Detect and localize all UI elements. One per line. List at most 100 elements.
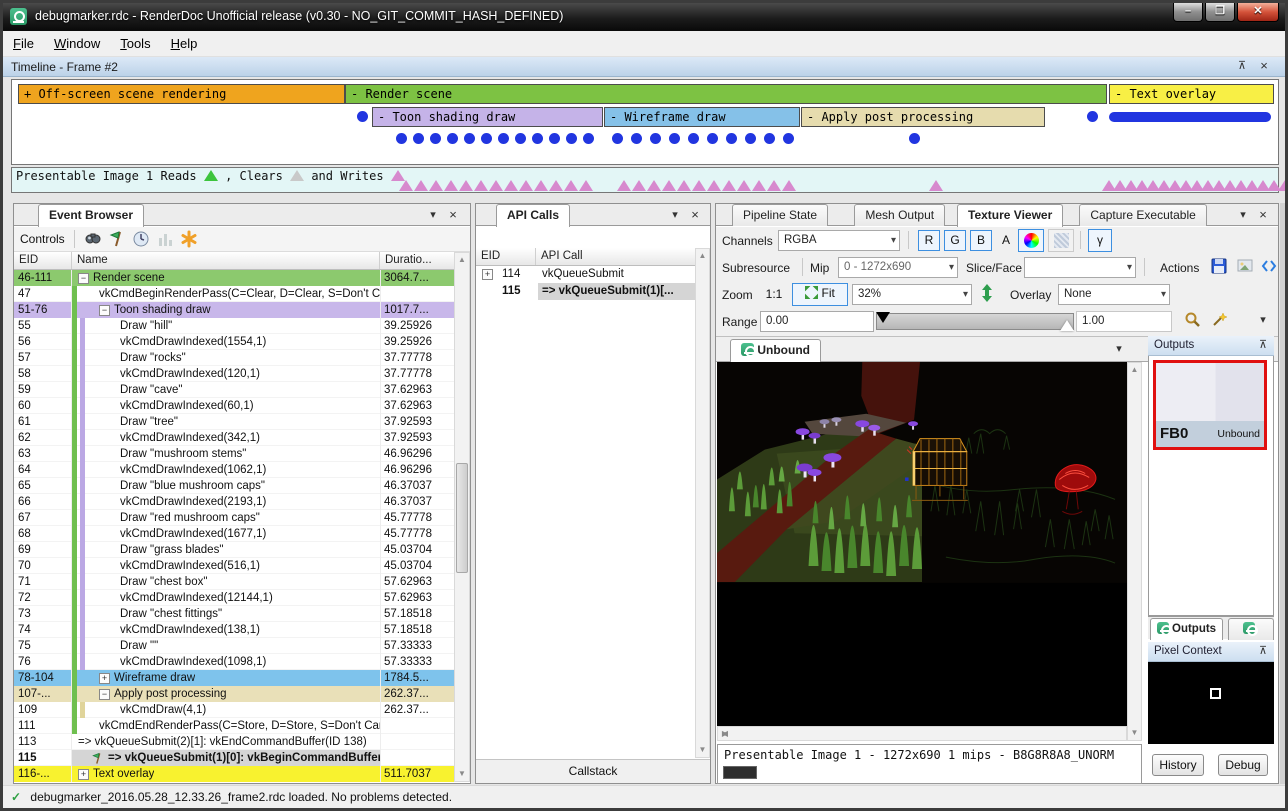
range-min-field[interactable]: 0.00: [760, 311, 874, 332]
event-row[interactable]: 74vkCmdDrawIndexed(138,1)57.18518: [14, 622, 454, 638]
event-row[interactable]: 107-...−Apply post processing262.37...: [14, 686, 454, 702]
timeline-header[interactable]: Timeline - Frame #2 ⊼ ×: [3, 57, 1285, 77]
event-row[interactable]: 109vkCmdDraw(4,1)262.37...: [14, 702, 454, 718]
col-eid[interactable]: EID: [14, 252, 72, 269]
slice-face-select[interactable]: [1024, 257, 1136, 278]
col-api-eid[interactable]: EID: [476, 248, 536, 265]
event-row[interactable]: 116-...+Text overlay511.7037: [14, 766, 454, 782]
timeline-draw-dot[interactable]: [650, 133, 661, 144]
maximize-button[interactable]: ❒: [1205, 3, 1235, 22]
menu-help[interactable]: Help: [161, 31, 208, 55]
tab-pipeline-state[interactable]: Pipeline State: [732, 204, 828, 226]
minimize-button[interactable]: –: [1173, 3, 1203, 22]
timeline-draw-dot[interactable]: [481, 133, 492, 144]
event-browser-column-header[interactable]: EID Name Duratio...: [14, 252, 454, 270]
timeline-draw-dot[interactable]: [515, 133, 526, 144]
event-row[interactable]: 66vkCmdDrawIndexed(2193,1)46.37037: [14, 494, 454, 510]
timeline-draw-dot[interactable]: [583, 133, 594, 144]
range-max-field[interactable]: 1.00: [1076, 311, 1172, 332]
tab-outputs[interactable]: Outputs: [1150, 618, 1223, 640]
timeline-marker[interactable]: - Apply post processing: [801, 107, 1045, 127]
image-save-icon[interactable]: [1236, 257, 1256, 277]
event-row[interactable]: 47vkCmdBeginRenderPass(C=Clear, D=Clear,…: [14, 286, 454, 302]
expand-box-icon[interactable]: +: [482, 269, 493, 280]
pixel-context-header[interactable]: Pixel Context ⊼: [1148, 642, 1274, 662]
tab-capture-executable[interactable]: Capture Executable: [1079, 204, 1206, 226]
timeline-draw-dot[interactable]: [498, 133, 509, 144]
menu-tools[interactable]: Tools: [110, 31, 160, 55]
hatch-button[interactable]: [1048, 229, 1074, 252]
timeline-draw-dot[interactable]: [764, 133, 775, 144]
bookmark-flag-icon[interactable]: [108, 230, 128, 250]
event-row[interactable]: 69Draw "grass blades"45.03704: [14, 542, 454, 558]
timeline-draw-dot[interactable]: [396, 133, 407, 144]
timeline-draw-dot[interactable]: [909, 133, 920, 144]
texture-viewer-menu-icon[interactable]: ▾: [1236, 208, 1250, 222]
range-slider[interactable]: [876, 313, 1074, 330]
timeline-draw-dot[interactable]: [1087, 111, 1098, 122]
expand-box-icon[interactable]: +: [78, 769, 89, 780]
api-call-row[interactable]: 115=> vkQueueSubmit(1)[...: [476, 283, 695, 300]
event-row[interactable]: 56vkCmdDrawIndexed(1554,1)39.25926: [14, 334, 454, 350]
timeline-draw-dot[interactable]: [413, 133, 424, 144]
event-row[interactable]: 78-104+Wireframe draw1784.5...: [14, 670, 454, 686]
tab-inputs[interactable]: Inputs: [1228, 618, 1275, 640]
channel-g-button[interactable]: G: [944, 230, 966, 251]
event-row[interactable]: 73Draw "chest fittings"57.18518: [14, 606, 454, 622]
timeline-draw-dot[interactable]: [745, 133, 756, 144]
tab-mesh-output[interactable]: Mesh Output: [854, 204, 945, 226]
col-duration[interactable]: Duratio...: [380, 252, 454, 269]
event-row[interactable]: 67Draw "red mushroom caps"45.77778: [14, 510, 454, 526]
event-row[interactable]: 51-76−Toon shading draw1017.7...: [14, 302, 454, 318]
zoom-1to1-button[interactable]: 1:1: [760, 284, 788, 305]
zoom-select[interactable]: 32%: [852, 284, 972, 305]
collapse-box-icon[interactable]: −: [99, 305, 110, 316]
timeline-marker[interactable]: - Toon shading draw: [372, 107, 603, 127]
timeline-draw-dot[interactable]: [669, 133, 680, 144]
timeline-resource-strip[interactable]: Presentable Image 1 Reads , Clears and W…: [11, 167, 1279, 193]
tab-texture-unbound[interactable]: Unbound: [730, 339, 821, 362]
find-icon[interactable]: [84, 230, 104, 250]
menu-window[interactable]: Window: [44, 31, 110, 55]
texture-viewer-close-icon[interactable]: ×: [1256, 208, 1270, 222]
time-draws-icon[interactable]: [132, 230, 152, 250]
event-row[interactable]: 46-111−Render scene3064.7...: [14, 270, 454, 286]
timeline-marker[interactable]: + Off-screen scene rendering: [18, 84, 345, 104]
api-call-row[interactable]: +114vkQueueSubmit: [476, 266, 695, 283]
outputs-pin-icon[interactable]: ⊼: [1256, 338, 1270, 352]
timeline-marker[interactable]: - Render scene: [345, 84, 1107, 104]
tab-api-calls[interactable]: API Calls: [496, 204, 570, 227]
texture-image-view[interactable]: [717, 362, 1127, 726]
timeline-draw-dot[interactable]: [688, 133, 699, 144]
event-row[interactable]: 111vkCmdEndRenderPass(C=Store, D=Store, …: [14, 718, 454, 734]
event-row[interactable]: 75Draw ""57.33333: [14, 638, 454, 654]
event-browser-close-icon[interactable]: ×: [446, 208, 460, 222]
collapse-box-icon[interactable]: −: [99, 689, 110, 700]
texture-tab-dropdown-icon[interactable]: ▾: [1112, 342, 1126, 356]
event-row[interactable]: 71Draw "chest box"57.62963: [14, 574, 454, 590]
event-browser-scrollbar[interactable]: ▲▼: [454, 252, 470, 782]
goto-resource-icon[interactable]: [1260, 257, 1280, 277]
texture-vertical-scrollbar[interactable]: ▲▼: [1127, 362, 1142, 741]
output-thumbnail-fb0[interactable]: FB0 Unbound: [1153, 360, 1267, 450]
flip-y-icon[interactable]: [978, 283, 998, 303]
timeline-draw-dot[interactable]: [783, 133, 794, 144]
range-black-marker[interactable]: [876, 312, 890, 323]
api-calls-menu-icon[interactable]: ▾: [668, 208, 682, 222]
channel-a-button[interactable]: A: [996, 230, 1016, 251]
timeline-canvas[interactable]: + Off-screen scene rendering- Render sce…: [11, 79, 1279, 165]
timeline-draw-dot[interactable]: [357, 111, 368, 122]
event-row[interactable]: 64vkCmdDrawIndexed(1062,1)46.96296: [14, 462, 454, 478]
pixel-context-view[interactable]: [1148, 662, 1274, 744]
timeline-draw-pill[interactable]: [1109, 112, 1271, 122]
tab-event-browser[interactable]: Event Browser: [38, 204, 144, 227]
timeline-draw-dot[interactable]: [726, 133, 737, 144]
timeline-draw-dot[interactable]: [464, 133, 475, 144]
event-row[interactable]: 63Draw "mushroom stems"46.96296: [14, 446, 454, 462]
api-calls-scrollbar[interactable]: ▲▼: [695, 248, 710, 758]
timeline-draw-dot[interactable]: [549, 133, 560, 144]
event-row[interactable]: 60vkCmdDrawIndexed(60,1)37.62963: [14, 398, 454, 414]
event-row[interactable]: 76vkCmdDrawIndexed(1098,1)57.33333: [14, 654, 454, 670]
event-row[interactable]: 70vkCmdDrawIndexed(516,1)45.03704: [14, 558, 454, 574]
event-row[interactable]: 72vkCmdDrawIndexed(12144,1)57.62963: [14, 590, 454, 606]
